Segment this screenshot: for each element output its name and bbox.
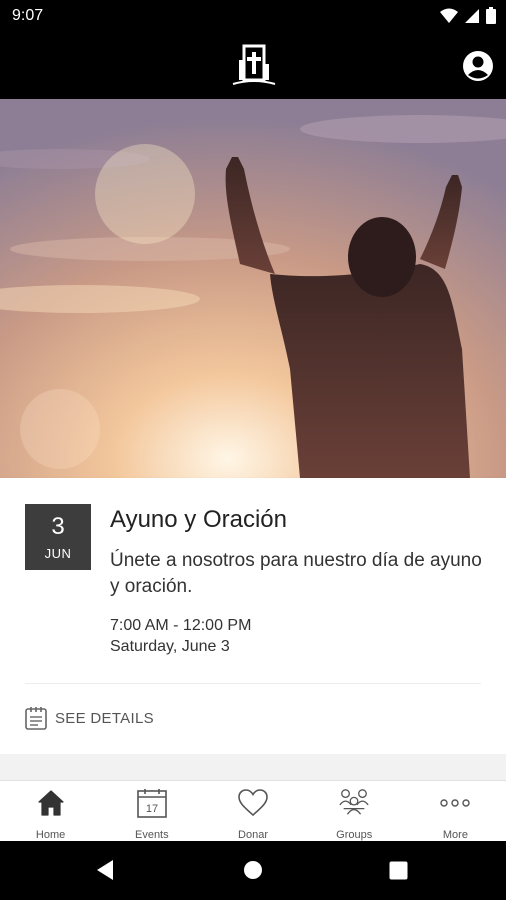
home-icon	[37, 790, 64, 816]
tab-more-label: More	[442, 829, 468, 841]
status-time: 9:07	[12, 7, 44, 24]
date-month: JUN	[44, 546, 72, 561]
church-logo-icon	[232, 44, 276, 85]
bottom-tab-bar: Home 17 Events Donar Groups More	[0, 780, 506, 842]
event-card[interactable]: 3 JUN Ayuno y Oración Únete a nosotros p…	[0, 478, 506, 754]
system-nav-bar	[0, 841, 506, 900]
document-icon	[25, 707, 47, 730]
tab-more[interactable]: More	[405, 781, 506, 842]
event-description: Únete a nosotros para nuestro día de ayu…	[110, 550, 482, 597]
more-icon	[440, 799, 471, 807]
see-details-button[interactable]: SEE DETAILS	[25, 706, 154, 730]
svg-text:17: 17	[146, 803, 158, 815]
profile-icon[interactable]	[462, 50, 494, 82]
list-background	[0, 754, 506, 780]
status-icons	[440, 7, 496, 24]
signal-icon	[465, 8, 479, 23]
card-divider	[25, 683, 481, 684]
app-bar	[0, 32, 506, 99]
see-details-label: SEE DETAILS	[55, 709, 154, 727]
tab-events-label: Events	[134, 829, 169, 841]
date-badge: 3 JUN	[25, 504, 91, 570]
event-date: Saturday, June 3	[110, 638, 230, 655]
tab-groups-label: Groups	[336, 829, 373, 841]
date-day: 3	[51, 513, 65, 540]
tab-home-label: Home	[35, 829, 66, 841]
back-icon[interactable]	[95, 859, 115, 881]
raised-hands-photo-icon	[0, 99, 506, 478]
battery-icon	[486, 7, 496, 24]
home-circle-icon[interactable]	[243, 860, 263, 880]
groups-icon	[339, 789, 369, 815]
tab-groups[interactable]: Groups	[304, 781, 405, 842]
tab-donar-label: Donar	[238, 829, 268, 841]
status-bar: 9:07	[0, 0, 506, 32]
tab-donar[interactable]: Donar	[202, 781, 303, 842]
tab-events[interactable]: 17 Events	[101, 781, 202, 842]
event-hero-image	[0, 99, 506, 478]
heart-icon	[238, 789, 268, 817]
event-title: Ayuno y Oración	[110, 506, 287, 533]
tab-home[interactable]: Home	[0, 781, 101, 842]
calendar-icon: 17	[136, 789, 167, 818]
event-time: 7:00 AM - 12:00 PM	[110, 617, 252, 634]
wifi-icon	[440, 8, 458, 23]
recents-icon[interactable]	[389, 861, 408, 880]
